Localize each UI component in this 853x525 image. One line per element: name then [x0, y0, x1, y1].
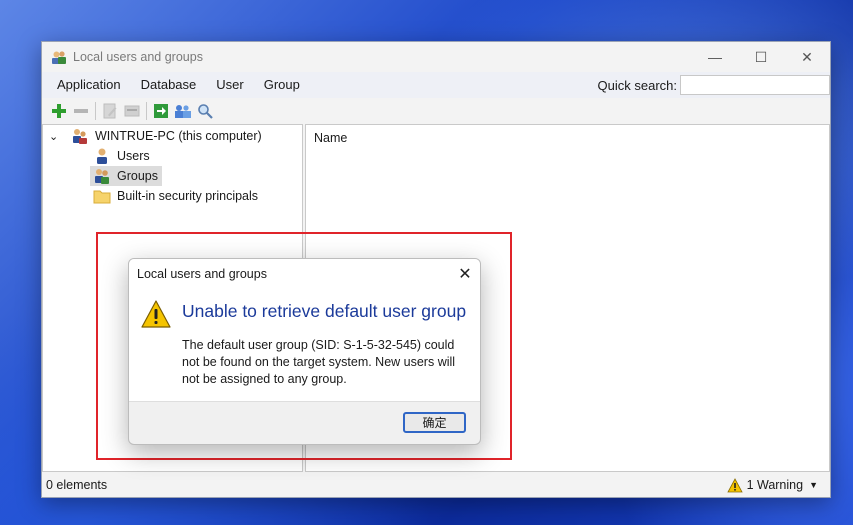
dialog-title-bar: Local users and groups ✕: [129, 259, 480, 289]
menu-group[interactable]: Group: [254, 72, 310, 98]
sync-icon[interactable]: [172, 100, 194, 122]
error-dialog: Local users and groups ✕ Unable to retri…: [128, 258, 481, 445]
tree-item-label: Users: [117, 149, 150, 163]
warning-icon: [141, 300, 171, 328]
column-header-name[interactable]: Name: [314, 131, 347, 145]
add-icon[interactable]: [48, 100, 70, 122]
tree-root[interactable]: ⌄ WINTRUE-PC (this computer): [49, 126, 262, 146]
tree-item-users[interactable]: Users: [93, 146, 150, 166]
caret-down-icon: ▼: [809, 480, 818, 490]
edit-icon[interactable]: [99, 100, 121, 122]
dialog-title: Local users and groups: [137, 267, 267, 281]
window-title: Local users and groups: [73, 50, 203, 64]
warnings-label: 1 Warning: [746, 478, 804, 492]
tree-item-groups[interactable]: Groups: [90, 166, 162, 186]
go-icon[interactable]: [150, 100, 172, 122]
quick-search-input[interactable]: [680, 75, 830, 95]
dialog-message: The default user group (SID: S-1-5-32-54…: [182, 338, 456, 386]
user-icon: [93, 147, 111, 165]
computer-users-icon: [71, 127, 89, 145]
properties-icon[interactable]: [121, 100, 143, 122]
dialog-body: Unable to retrieve default user group Th…: [129, 289, 480, 401]
remove-icon[interactable]: [70, 100, 92, 122]
menu-bar: Application Database User Group Quick se…: [42, 72, 830, 98]
warnings-dropdown[interactable]: 1 Warning ▼: [726, 477, 818, 493]
chevron-down-icon[interactable]: ⌄: [49, 130, 63, 143]
minimize-button[interactable]: —: [692, 42, 738, 72]
toolbar-separator: [95, 102, 96, 120]
tree-root-label: WINTRUE-PC (this computer): [95, 129, 262, 143]
quick-search-label: Quick search:: [597, 77, 677, 93]
menu-application[interactable]: Application: [42, 72, 131, 98]
tree-item-label: Groups: [117, 169, 158, 183]
users-groups-app-icon: [52, 51, 66, 64]
warning-icon: [726, 477, 743, 492]
menu-database[interactable]: Database: [131, 72, 207, 98]
menu-user[interactable]: User: [206, 72, 253, 98]
dialog-footer: 确定: [129, 401, 480, 444]
dialog-heading: Unable to retrieve default user group: [182, 301, 467, 321]
toolbar: [42, 98, 830, 124]
ok-button[interactable]: 确定: [403, 412, 466, 433]
tree-item-builtin-principals[interactable]: Built-in security principals: [93, 186, 258, 206]
element-count: 0 elements: [46, 478, 108, 492]
group-icon: [93, 167, 111, 185]
status-bar: 0 elements 1 Warning ▼: [42, 473, 830, 497]
tree-item-label: Built-in security principals: [117, 189, 259, 203]
maximize-button[interactable]: ☐: [738, 42, 784, 72]
dialog-close-button[interactable]: ✕: [450, 259, 480, 289]
close-button[interactable]: ✕: [784, 42, 830, 72]
title-bar: Local users and groups — ☐ ✕: [42, 42, 830, 72]
folder-icon: [93, 187, 111, 205]
search-icon[interactable]: [194, 100, 216, 122]
toolbar-separator: [146, 102, 147, 120]
